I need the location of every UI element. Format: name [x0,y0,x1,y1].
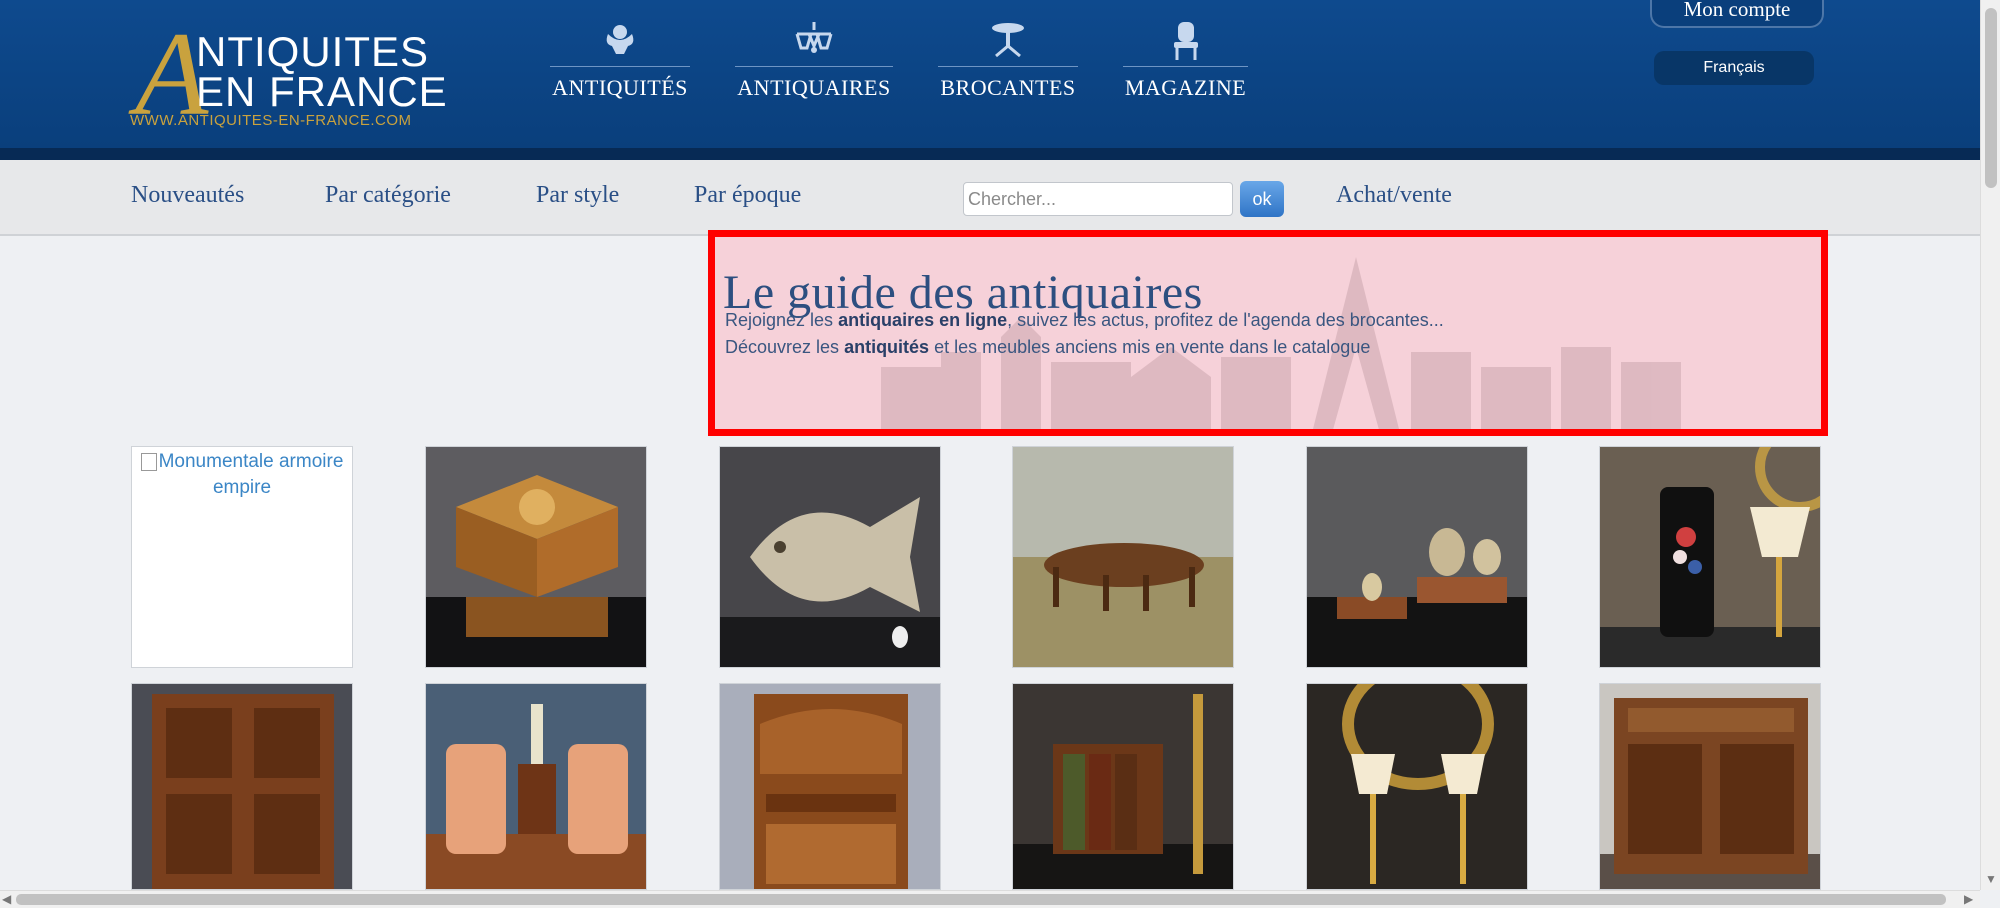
subnav-achat-vente[interactable]: Achat/vente [1336,182,1452,209]
cherub-icon [550,20,690,67]
two-chairs-image [426,684,646,889]
nav-magazine[interactable]: MAGAZINE [1123,20,1248,110]
hero-line-2: Découvrez les antiquités et les meubles … [725,337,1370,358]
vase-lamp-image [1600,447,1820,667]
pedestal-table-icon [938,20,1078,67]
secretary-desk-image [720,684,940,889]
product-thumbnail[interactable] [131,683,353,890]
eggs-stand-image [1307,447,1527,667]
fish-sculpture-image [720,447,940,667]
carved-buffet-image [1600,684,1820,889]
product-thumbnail[interactable] [425,446,647,668]
nav-label: BROCANTES [940,75,1076,100]
scroll-left-arrow-icon[interactable]: ◀ [2,892,11,906]
subnav-par-categorie[interactable]: Par catégorie [325,182,451,209]
product-thumbnail[interactable] [1599,683,1821,890]
hero-banner: Le guide des antiquaires Rejoignez les a… [708,230,1828,436]
logo-line-2: EN FRANCE [196,68,448,115]
horizontal-scrollbar[interactable]: ◀ ▶ [0,890,1980,908]
nav-antiquaires[interactable]: ANTIQUAIRES [735,20,893,110]
vertical-scroll-thumb[interactable] [1985,8,1997,188]
language-selector[interactable]: Français [1654,51,1814,85]
vertical-scrollbar[interactable]: ▼ [1980,0,2000,890]
search-input[interactable] [963,182,1233,216]
subnav-par-style[interactable]: Par style [536,182,619,209]
hero-line-2-text: Découvrez les [725,337,845,357]
product-thumbnail[interactable] [425,683,647,890]
site-header: A NTIQUITES EN FRANCE WWW.ANTIQUITES-EN-… [0,0,1980,160]
product-thumbnail[interactable] [719,446,941,668]
product-thumbnail[interactable] [1012,683,1234,890]
search-ok-button[interactable]: ok [1240,181,1284,217]
product-thumbnail[interactable] [1306,446,1528,668]
product-thumbnail[interactable] [1306,683,1528,890]
subnav-nouveautes[interactable]: Nouveautés [131,182,244,209]
hero-line-2-text-end: et les meubles anciens mis en vente dans… [929,337,1371,357]
product-thumbnail[interactable] [1599,446,1821,668]
hero-link-antiquites[interactable]: antiquités [844,337,929,357]
nav-brocantes[interactable]: BROCANTES [938,20,1078,110]
site-logo[interactable]: A NTIQUITES EN FRANCE WWW.ANTIQUITES-EN-… [130,14,450,134]
marquetry-box-image [426,447,646,667]
nav-antiquites[interactable]: ANTIQUITÉS [550,20,690,110]
product-thumbnail[interactable] [1012,446,1234,668]
nav-label: ANTIQUITÉS [552,75,688,100]
chandelier-icon [735,20,893,67]
horizontal-scroll-thumb[interactable] [16,894,1946,905]
nav-label: MAGAZINE [1124,75,1247,100]
product-thumbnail[interactable] [719,683,941,890]
account-button[interactable]: Mon compte [1650,0,1824,28]
lamps-pair-image [1307,684,1527,889]
hero-line-1: Rejoignez les antiquaires en ligne, suiv… [725,310,1444,331]
nav-label: ANTIQUAIRES [737,75,891,100]
hero-line-1-text: Rejoignez les [725,310,839,330]
book-box-image [1013,684,1233,889]
round-table-image [1013,447,1233,667]
cabinet-image [132,684,352,889]
broken-image-icon [140,452,157,471]
hero-link-antiquaires[interactable]: antiquaires en ligne [838,310,1007,330]
chair-icon [1123,20,1248,67]
subnav-par-epoque[interactable]: Par époque [694,182,801,209]
logo-url: WWW.ANTIQUITES-EN-FRANCE.COM [130,112,412,129]
scroll-down-arrow-icon[interactable]: ▼ [1985,872,1997,886]
product-alt-text: Monumentale armoire empire [158,451,344,498]
sub-nav: Nouveautés Par catégorie Par style Par é… [0,160,1980,236]
hero-line-1-text-end: , suivez les actus, profitez de l'agenda… [1007,310,1444,330]
scroll-right-arrow-icon[interactable]: ▶ [1964,892,1973,906]
product-thumbnail[interactable]: Monumentale armoire empire [131,446,353,668]
